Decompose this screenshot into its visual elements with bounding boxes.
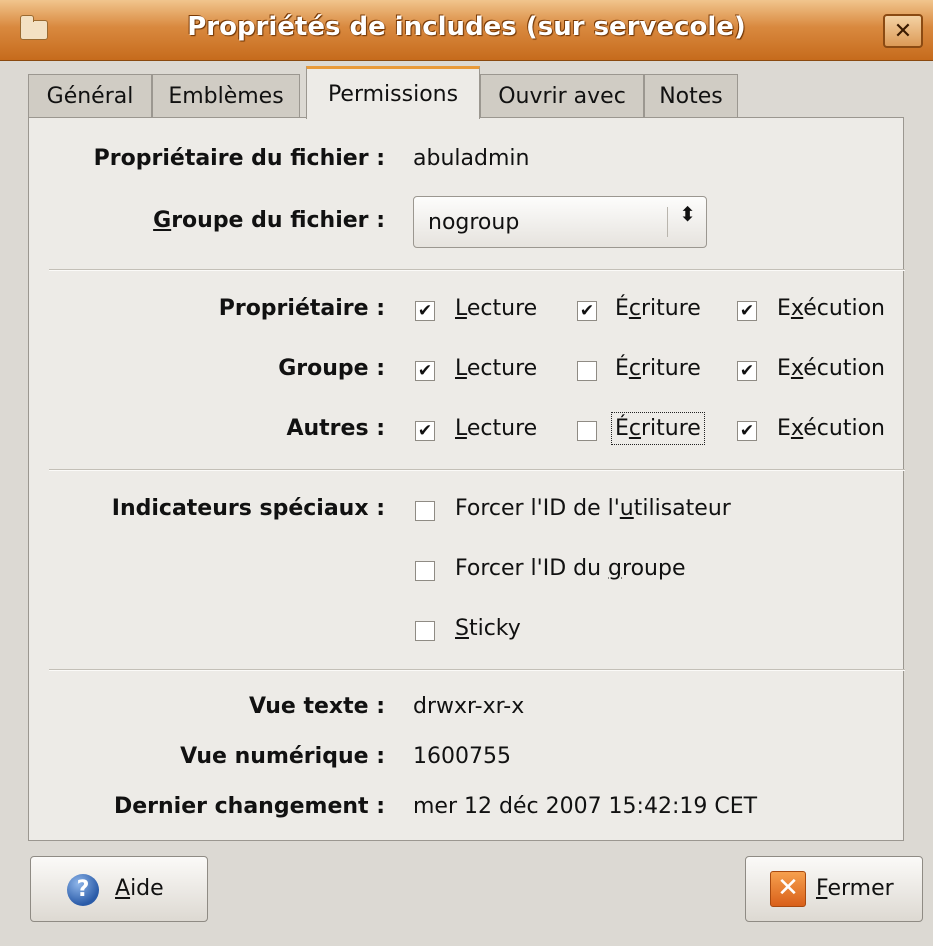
combo-divider (667, 207, 668, 237)
setgid-checkbox[interactable] (415, 561, 435, 581)
owner-write-label[interactable]: Écriture (615, 296, 701, 321)
tab-notes[interactable]: Notes (644, 74, 738, 118)
help-icon: ? (67, 874, 99, 906)
owner-permissions-label: Propriétaire : (218, 296, 385, 321)
owner-value: abuladmin (413, 146, 530, 171)
group-label: Groupe du fichier : (153, 208, 385, 233)
group-select-value: nogroup (428, 210, 520, 235)
text-view-label: Vue texte : (248, 694, 385, 719)
help-button[interactable]: ? Aide (30, 856, 208, 922)
owner-execute-checkbox[interactable]: ✔ (737, 301, 757, 321)
separator (49, 269, 905, 271)
others-write-label[interactable]: Écriture (611, 412, 705, 445)
others-execute-checkbox[interactable]: ✔ (737, 421, 757, 441)
others-write-checkbox[interactable] (577, 421, 597, 441)
others-permissions-label: Autres : (286, 416, 385, 441)
window-close-button[interactable]: ✕ (883, 14, 923, 48)
special-flags-label: Indicateurs spéciaux : (111, 496, 385, 521)
others-read-checkbox[interactable]: ✔ (415, 421, 435, 441)
sticky-checkbox[interactable] (415, 621, 435, 641)
group-write-label[interactable]: Écriture (615, 356, 701, 381)
group-read-checkbox[interactable]: ✔ (415, 361, 435, 381)
setuid-label[interactable]: Forcer l'ID de l'utilisateur (455, 496, 731, 521)
owner-write-checkbox[interactable]: ✔ (577, 301, 597, 321)
setgid-label[interactable]: Forcer l'ID du groupe (455, 556, 685, 581)
last-changed-value: mer 12 déc 2007 15:42:19 CET (413, 794, 758, 819)
group-write-checkbox[interactable] (577, 361, 597, 381)
group-select[interactable]: nogroup ⬍ (413, 196, 707, 248)
window-title: Propriétés de includes (sur servecole) (187, 12, 746, 42)
text-view-value: drwxr-xr-x (413, 694, 525, 719)
tab-emblems[interactable]: Emblèmes (152, 74, 300, 118)
last-changed-label: Dernier changement : (113, 794, 385, 819)
group-execute-checkbox[interactable]: ✔ (737, 361, 757, 381)
group-permissions-label: Groupe : (278, 356, 385, 381)
separator (49, 669, 905, 671)
numeric-view-label: Vue numérique : (180, 744, 385, 769)
setuid-checkbox[interactable] (415, 501, 435, 521)
tab-general[interactable]: Général (28, 74, 152, 118)
group-read-label[interactable]: Lecture (455, 356, 537, 381)
close-icon: ✕ (893, 18, 913, 44)
close-icon: ✕ (770, 871, 806, 907)
permissions-panel: Propriétaire du fichier : abuladmin Grou… (28, 117, 905, 841)
updown-arrow-icon: ⬍ (679, 202, 696, 226)
others-execute-label[interactable]: Exécution (777, 416, 885, 441)
close-button-label: Fermer (816, 876, 894, 901)
help-button-label: Aide (115, 876, 164, 901)
separator (49, 469, 905, 471)
owner-read-checkbox[interactable]: ✔ (415, 301, 435, 321)
numeric-view-value: 1600755 (413, 744, 511, 769)
group-execute-label[interactable]: Exécution (777, 356, 885, 381)
others-read-label[interactable]: Lecture (455, 416, 537, 441)
tab-open-with[interactable]: Ouvrir avec (480, 74, 644, 118)
owner-read-label[interactable]: Lecture (455, 296, 537, 321)
close-button[interactable]: ✕ Fermer (745, 856, 923, 922)
title-bar[interactable]: Propriétés de includes (sur servecole) ✕ (0, 0, 933, 61)
sticky-label[interactable]: Sticky (455, 616, 521, 641)
owner-label: Propriétaire du fichier : (93, 146, 385, 171)
tab-permissions[interactable]: Permissions (306, 66, 480, 119)
owner-execute-label[interactable]: Exécution (777, 296, 885, 321)
